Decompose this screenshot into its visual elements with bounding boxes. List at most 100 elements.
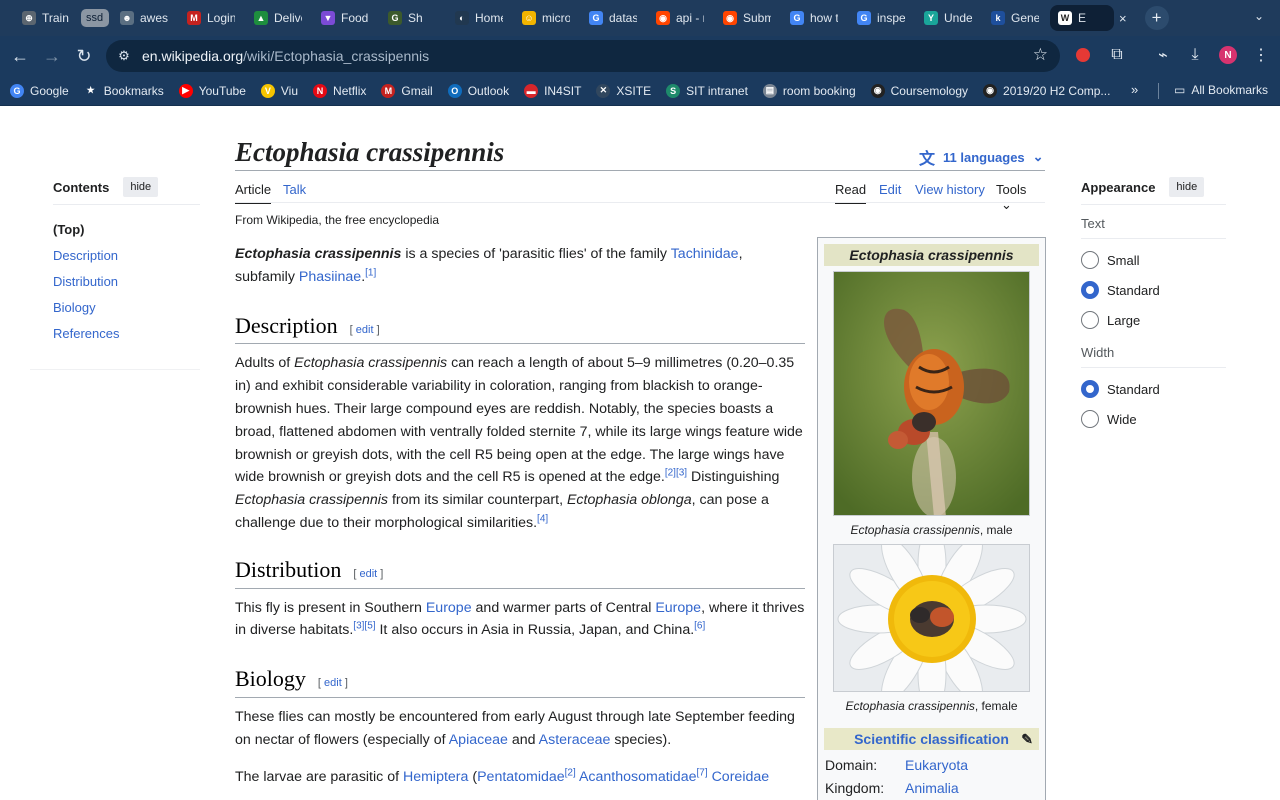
browser-tab[interactable]: ◉ Subm bbox=[715, 5, 779, 31]
link-coreidae[interactable]: Coreidae bbox=[712, 769, 770, 785]
tab-view-history[interactable]: View history bbox=[915, 182, 985, 197]
all-bookmarks-button[interactable]: ▭ All Bookmarks bbox=[1174, 83, 1268, 97]
browser-menu-icon[interactable]: ⋮ bbox=[1246, 40, 1276, 70]
bookmark-item[interactable]: M Gmail bbox=[381, 83, 433, 98]
citation[interactable]: [2][3] bbox=[665, 468, 687, 479]
radio-circle[interactable] bbox=[1081, 281, 1099, 299]
link-phasiinae[interactable]: Phasiinae bbox=[299, 269, 361, 285]
url-text[interactable]: en.wikipedia.org/wiki/Ectophasia_crassip… bbox=[142, 48, 429, 64]
browser-tab[interactable]: ☻ awes bbox=[112, 5, 176, 31]
browser-tab[interactable]: ◉ api - r bbox=[648, 5, 712, 31]
citation[interactable]: [2] bbox=[565, 767, 576, 778]
radio-circle[interactable] bbox=[1081, 410, 1099, 428]
browser-tab[interactable]: k Gene bbox=[983, 5, 1047, 31]
browser-tab[interactable]: ▲ Delive bbox=[246, 5, 310, 31]
link-pentatomidae[interactable]: Pentatomidae bbox=[477, 769, 565, 785]
browser-tab[interactable]: Y Unde bbox=[916, 5, 980, 31]
more-bookmarks-icon[interactable]: » bbox=[1131, 82, 1138, 97]
edit-pencil-icon[interactable]: ✎ bbox=[1021, 728, 1033, 750]
citation[interactable]: [6] bbox=[694, 621, 705, 632]
link-apiaceae[interactable]: Apiaceae bbox=[449, 732, 508, 748]
edit-section-link[interactable]: [ edit ] bbox=[353, 563, 383, 586]
citation[interactable]: [1] bbox=[365, 267, 376, 278]
bookmark-item[interactable]: ▤ room booking bbox=[762, 83, 856, 98]
appearance-hide-button[interactable]: hide bbox=[1169, 177, 1205, 197]
extension-link-icon[interactable]: ⌁ bbox=[1148, 40, 1178, 70]
bookmark-item[interactable]: ◉ Coursemology bbox=[870, 83, 968, 98]
bookmark-item[interactable]: S SIT intranet bbox=[666, 83, 748, 98]
taxonomy-value-link[interactable]: Eukaryota bbox=[905, 757, 968, 773]
radio-circle[interactable] bbox=[1081, 311, 1099, 329]
tools-menu[interactable]: Tools ⌄ bbox=[996, 182, 1045, 213]
browser-tab[interactable]: ⊕ Train bbox=[14, 5, 78, 31]
toc-hide-button[interactable]: hide bbox=[123, 177, 159, 197]
taxonomy-value-link[interactable]: Animalia bbox=[905, 780, 959, 796]
citation[interactable]: [7] bbox=[696, 767, 707, 778]
extensions-puzzle-icon[interactable]: ⧉ bbox=[1102, 40, 1132, 70]
width-wide-radio[interactable]: Wide bbox=[1081, 410, 1226, 428]
profile-avatar[interactable]: N bbox=[1213, 40, 1243, 70]
browser-tab[interactable]: WE bbox=[1050, 5, 1114, 31]
bookmark-item[interactable]: O Outlook bbox=[447, 83, 509, 98]
link-europe[interactable]: Europe bbox=[655, 600, 701, 616]
text-size-large-radio[interactable]: Large bbox=[1081, 311, 1226, 329]
link-asteraceae[interactable]: Asteraceae bbox=[539, 732, 611, 748]
edit-section-link[interactable]: [ edit ] bbox=[318, 672, 348, 695]
bookmark-label: XSITE bbox=[616, 83, 652, 98]
radio-circle[interactable] bbox=[1081, 380, 1099, 398]
back-icon[interactable]: ← bbox=[4, 40, 36, 72]
browser-tab[interactable]: M Login bbox=[179, 5, 243, 31]
edit-section-link[interactable]: [ edit ] bbox=[350, 319, 380, 342]
text-size-standard-radio[interactable]: Standard bbox=[1081, 281, 1226, 299]
bookmark-item[interactable]: G Google bbox=[10, 83, 69, 98]
bookmark-item[interactable]: N Netflix bbox=[313, 83, 366, 98]
bookmark-item[interactable]: ▬ IN4SIT bbox=[524, 83, 581, 98]
tab-edit[interactable]: Edit bbox=[879, 182, 901, 197]
link-hemiptera[interactable]: Hemiptera bbox=[403, 769, 468, 785]
text-size-small-radio[interactable]: Small bbox=[1081, 251, 1226, 269]
browser-tab[interactable]: ▼ Food bbox=[313, 5, 377, 31]
close-tab-icon[interactable]: × bbox=[1119, 11, 1127, 26]
tab-favicon-icon: ◉ bbox=[723, 11, 737, 25]
browser-tab[interactable]: Ghow t bbox=[782, 5, 846, 31]
toc-item-description[interactable]: Description bbox=[53, 248, 200, 263]
forward-icon[interactable]: → bbox=[36, 40, 68, 72]
toc-item-distribution[interactable]: Distribution bbox=[53, 274, 200, 289]
new-tab-button[interactable]: + bbox=[1144, 6, 1169, 30]
language-selector[interactable]: 文 11 languages ⌄ bbox=[919, 145, 1044, 169]
toc-item-top[interactable]: (Top) bbox=[53, 222, 200, 237]
link-tachinidae[interactable]: Tachinidae bbox=[671, 246, 739, 262]
download-icon[interactable]: ⤓ bbox=[1180, 40, 1210, 70]
bookmark-item[interactable]: ◉ 2019/20 H2 Comp... bbox=[983, 83, 1110, 98]
tab-talk[interactable]: Talk bbox=[283, 182, 306, 197]
link-acanthosomatidae[interactable]: Acanthosomatidae bbox=[579, 769, 697, 785]
scientific-classification-header[interactable]: Scientific classification ✎ bbox=[824, 728, 1039, 750]
bookmark-item[interactable]: V Viu bbox=[260, 83, 298, 98]
radio-circle[interactable] bbox=[1081, 251, 1099, 269]
tab-read[interactable]: Read bbox=[835, 182, 867, 204]
bookmark-star-icon[interactable]: ☆ bbox=[1033, 45, 1048, 65]
tab-search-icon[interactable]: ⌄ bbox=[1254, 9, 1264, 23]
browser-tab[interactable]: ssd bbox=[81, 9, 109, 27]
browser-tab[interactable]: ☺ micro bbox=[514, 5, 578, 31]
extension-record-icon[interactable] bbox=[1068, 40, 1098, 70]
citation[interactable]: [4] bbox=[537, 513, 548, 524]
citation[interactable]: [3][5] bbox=[353, 621, 375, 632]
toc-item-references[interactable]: References bbox=[53, 326, 200, 341]
male-fly-image[interactable] bbox=[833, 271, 1030, 516]
browser-tab[interactable]: ◐ Home bbox=[447, 5, 511, 31]
female-fly-image[interactable] bbox=[833, 544, 1030, 692]
reload-icon[interactable]: ↻ bbox=[68, 40, 100, 72]
tab-article[interactable]: Article bbox=[235, 182, 272, 204]
bookmark-item[interactable]: ★ Bookmarks bbox=[83, 83, 164, 98]
toc-item-biology[interactable]: Biology bbox=[53, 300, 200, 315]
width-standard-radio[interactable]: Standard bbox=[1081, 380, 1226, 398]
browser-tab[interactable]: G Sh bbox=[380, 5, 444, 31]
address-bar[interactable]: ⚙ en.wikipedia.org/wiki/Ectophasia_crass… bbox=[106, 40, 1060, 72]
browser-tab[interactable]: Ginspe bbox=[849, 5, 913, 31]
browser-tab[interactable]: Gdatas bbox=[581, 5, 645, 31]
bookmark-item[interactable]: ✕ XSITE bbox=[596, 83, 652, 98]
site-info-icon[interactable]: ⚙ bbox=[116, 48, 132, 64]
link-europe[interactable]: Europe bbox=[426, 600, 472, 616]
bookmark-item[interactable]: ▶ YouTube bbox=[178, 83, 246, 98]
